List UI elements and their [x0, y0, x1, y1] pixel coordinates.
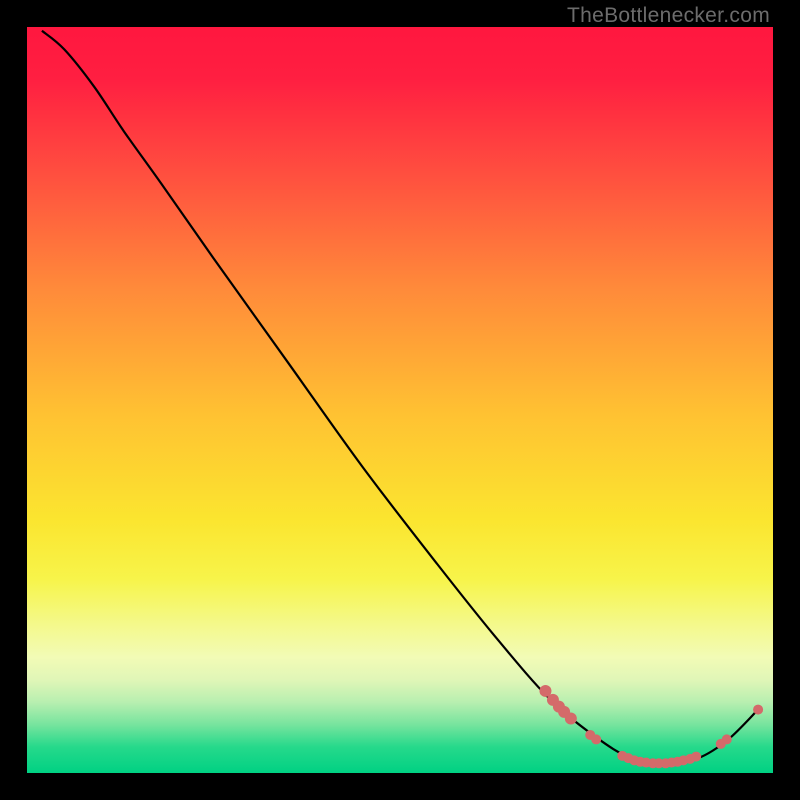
chart-background	[27, 27, 773, 773]
marker-dot	[753, 705, 763, 715]
chart-frame: TheBottleneсker.com	[0, 0, 800, 800]
bottleneck-chart	[27, 27, 773, 773]
marker-dot	[591, 734, 601, 744]
marker-dot	[722, 734, 732, 744]
marker-dot	[691, 752, 701, 762]
watermark-text: TheBottleneсker.com	[567, 4, 770, 28]
marker-dot	[565, 713, 577, 725]
